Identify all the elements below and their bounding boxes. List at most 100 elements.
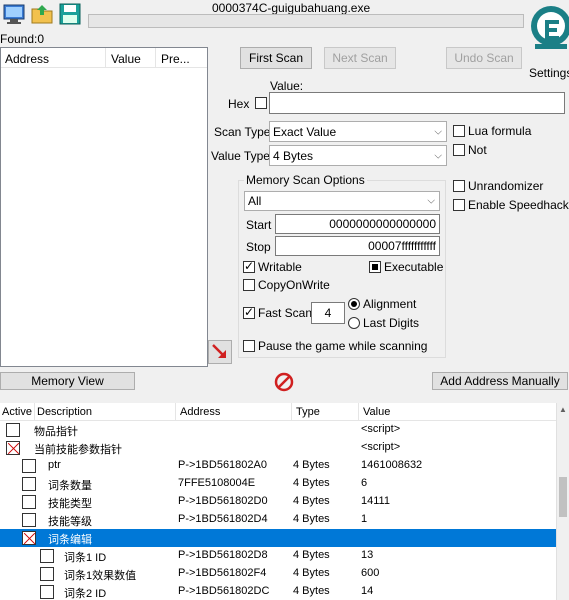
- table-row[interactable]: 当前技能参数指针 <script>: [0, 439, 556, 457]
- table-row[interactable]: 技能等级 P->1BD561802D4 4 Bytes 1: [0, 511, 556, 529]
- open-process-icon[interactable]: [2, 3, 26, 25]
- active-checkbox[interactable]: [40, 567, 54, 581]
- settings-link[interactable]: Settings: [529, 66, 569, 80]
- row-type: 4 Bytes: [293, 477, 330, 489]
- address-table-header: Active Description Address Type Value: [0, 403, 556, 421]
- alignment-label: Alignment: [363, 297, 417, 311]
- column-divider: [34, 403, 35, 421]
- vertical-scrollbar[interactable]: ▲: [556, 403, 569, 600]
- column-header-address[interactable]: Address: [5, 52, 49, 66]
- row-description: 词条编辑: [48, 534, 92, 546]
- memory-region-select[interactable]: All ⌵: [244, 191, 440, 211]
- row-value: <script>: [361, 441, 401, 453]
- table-row[interactable]: 词条数量 7FFE5108004E 4 Bytes 6: [0, 475, 556, 493]
- undo-scan-button[interactable]: Undo Scan: [446, 47, 522, 69]
- scan-type-select[interactable]: Exact Value ⌵: [269, 121, 447, 142]
- table-row-selected[interactable]: 词条编辑: [0, 529, 556, 547]
- column-header-address[interactable]: Address: [180, 406, 220, 418]
- scan-results-header: Address Value Pre...: [1, 48, 207, 68]
- row-type: 4 Bytes: [293, 549, 330, 561]
- stop-icon[interactable]: [273, 371, 295, 393]
- active-checkbox[interactable]: [40, 549, 54, 563]
- start-label: Start: [246, 218, 272, 232]
- active-checkbox[interactable]: [40, 585, 54, 599]
- scrollbar-thumb[interactable]: [559, 477, 567, 517]
- column-header-value[interactable]: Value: [111, 52, 141, 66]
- unrandomizer-label: Unrandomizer: [468, 179, 544, 193]
- lua-formula-checkbox[interactable]: [453, 125, 465, 137]
- next-scan-button[interactable]: Next Scan: [324, 47, 396, 69]
- memory-view-button[interactable]: Memory View: [0, 372, 135, 390]
- column-header-previous[interactable]: Pre...: [161, 52, 190, 66]
- row-value: 13: [361, 549, 374, 561]
- row-description: 词条1 ID: [64, 552, 107, 564]
- add-to-list-arrow-icon[interactable]: [208, 340, 232, 364]
- row-address: P->1BD561802A0: [178, 459, 267, 471]
- chevron-down-icon: ⌵: [427, 195, 435, 207]
- hex-label: Hex: [228, 97, 250, 111]
- fast-scan-input[interactable]: 4: [311, 302, 345, 324]
- cheat-engine-logo[interactable]: [527, 2, 569, 64]
- row-address: 7FFE5108004E: [178, 477, 256, 489]
- row-value: 1461008632: [361, 459, 423, 471]
- found-count: Found:0: [0, 32, 45, 46]
- copy-on-write-label: CopyOnWrite: [258, 278, 330, 292]
- active-checkbox[interactable]: [22, 495, 36, 509]
- indeterminate-mark: [372, 264, 378, 270]
- row-value: 14: [361, 585, 374, 597]
- scan-results-list[interactable]: Address Value Pre...: [0, 47, 208, 367]
- row-type: 4 Bytes: [293, 513, 330, 525]
- copy-on-write-checkbox[interactable]: [243, 279, 255, 291]
- start-address-value: 0000000000000000: [329, 217, 436, 231]
- address-table[interactable]: Active Description Address Type Value 物品…: [0, 403, 569, 600]
- table-row[interactable]: 词条1效果数值 P->1BD561802F4 4 Bytes 600: [0, 565, 556, 583]
- open-file-icon[interactable]: [30, 3, 54, 25]
- fast-scan-checkbox[interactable]: [243, 305, 255, 319]
- active-checkbox[interactable]: [22, 513, 36, 527]
- save-icon[interactable]: [58, 3, 82, 25]
- row-type: 4 Bytes: [293, 459, 330, 471]
- column-header-description[interactable]: Description: [37, 406, 92, 418]
- table-row[interactable]: ptr P->1BD561802A0 4 Bytes 1461008632: [0, 457, 556, 475]
- start-address-input[interactable]: 0000000000000000: [275, 214, 440, 234]
- speedhack-checkbox[interactable]: [453, 199, 465, 211]
- not-checkbox[interactable]: [453, 144, 465, 156]
- active-checkbox[interactable]: [6, 423, 20, 437]
- column-header-type[interactable]: Type: [296, 406, 320, 418]
- value-type-select[interactable]: 4 Bytes ⌵: [269, 145, 447, 166]
- row-address: P->1BD561802DC: [178, 585, 270, 597]
- row-description: 词条2 ID: [64, 588, 107, 600]
- hex-checkbox[interactable]: [255, 97, 267, 109]
- row-description: 词条数量: [48, 480, 92, 492]
- first-scan-button[interactable]: First Scan: [240, 47, 312, 69]
- table-row[interactable]: 物品指针 <script>: [0, 421, 556, 439]
- memory-scan-options-title: Memory Scan Options: [244, 173, 367, 187]
- executable-checkbox[interactable]: [369, 261, 381, 273]
- value-input[interactable]: [269, 92, 565, 114]
- active-checkbox[interactable]: [6, 441, 20, 455]
- value-type-label: Value Type: [211, 149, 270, 163]
- writable-checkbox[interactable]: [243, 259, 255, 273]
- active-checkbox[interactable]: [22, 477, 36, 491]
- lua-formula-label: Lua formula: [468, 124, 532, 138]
- column-header-value[interactable]: Value: [363, 406, 390, 418]
- active-checkbox[interactable]: [22, 531, 36, 545]
- column-divider: [291, 403, 292, 421]
- alignment-radio[interactable]: [348, 298, 360, 310]
- writable-label: Writable: [258, 260, 302, 274]
- column-divider: [358, 403, 359, 421]
- table-row[interactable]: 技能类型 P->1BD561802D0 4 Bytes 14111: [0, 493, 556, 511]
- add-address-manually-button[interactable]: Add Address Manually: [432, 372, 568, 390]
- value-type-value: 4 Bytes: [273, 148, 314, 163]
- scroll-up-icon[interactable]: ▲: [559, 405, 567, 414]
- unrandomizer-checkbox[interactable]: [453, 180, 465, 192]
- table-row[interactable]: 词条2 ID P->1BD561802DC 4 Bytes 14: [0, 583, 556, 600]
- active-checkbox[interactable]: [22, 459, 36, 473]
- last-digits-radio[interactable]: [348, 317, 360, 329]
- table-row[interactable]: 词条1 ID P->1BD561802D8 4 Bytes 13: [0, 547, 556, 565]
- column-header-active[interactable]: Active: [2, 406, 32, 418]
- row-description: 技能类型: [48, 498, 92, 510]
- stop-address-input[interactable]: 00007fffffffffff: [275, 236, 440, 256]
- pause-game-checkbox[interactable]: [243, 340, 255, 352]
- row-value: 6: [361, 477, 368, 489]
